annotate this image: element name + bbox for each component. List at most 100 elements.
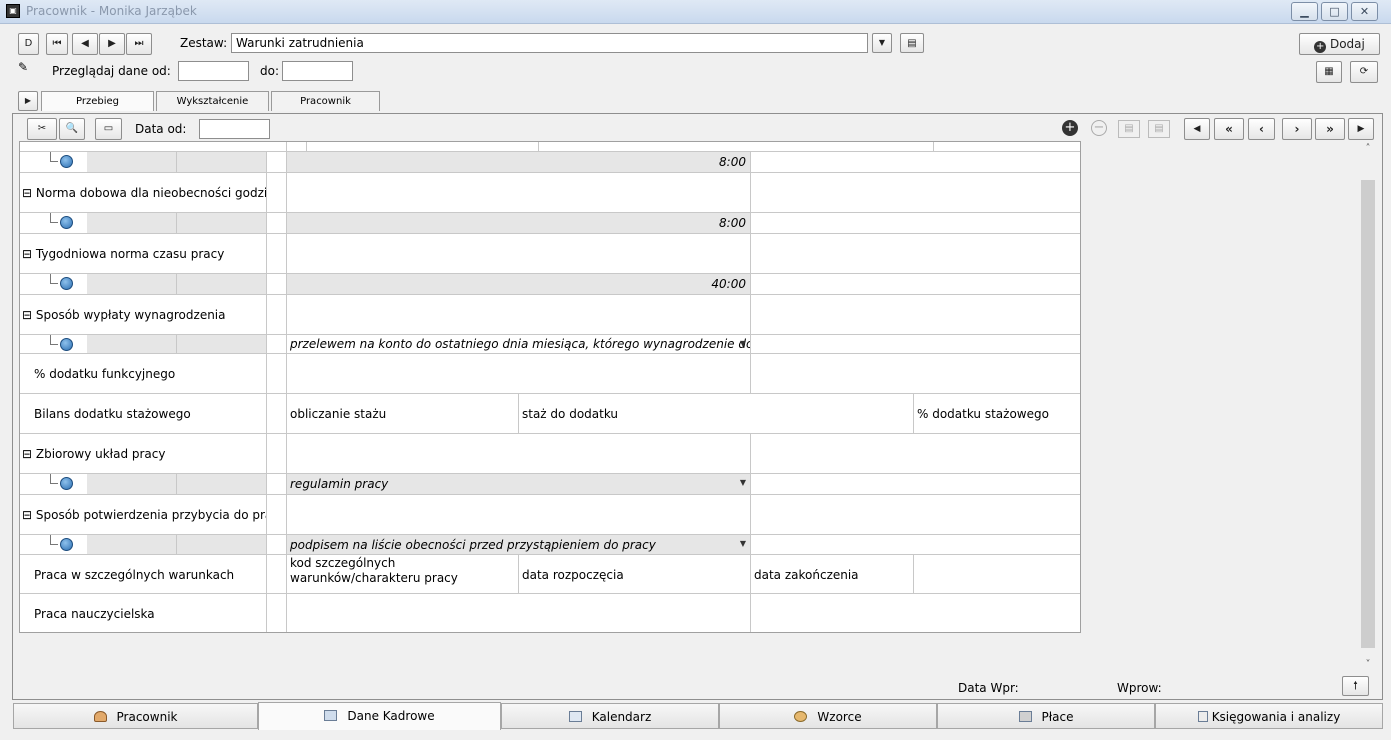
calendar-icon — [568, 711, 582, 722]
dropdown-arrow-icon[interactable]: ▼ — [740, 339, 746, 348]
data-wpr-label: Data Wpr: — [958, 681, 1019, 695]
bottom-tab-place[interactable]: Płace — [937, 703, 1155, 729]
table-row: ⊟ Sposób potwierdzenia przybycia do prac… — [20, 495, 1080, 535]
page-last-icon[interactable]: » — [1315, 118, 1345, 140]
copy-row-icon[interactable]: ▤ — [1118, 120, 1140, 138]
nav-next-button[interactable]: ▶ — [99, 33, 125, 55]
id-card-icon — [324, 710, 338, 721]
refresh-icon[interactable]: ⟳ — [1350, 61, 1378, 83]
add-button[interactable]: + Dodaj — [1299, 33, 1380, 55]
dropdown-arrow-icon[interactable]: ▼ — [740, 478, 746, 487]
bottom-tab-dane-kadrowe[interactable]: Dane Kadrowe — [258, 702, 501, 730]
column-header: kod szczególnych warunków/charakteru pra… — [290, 556, 458, 585]
dropdown-arrow-icon[interactable]: ▼ — [740, 539, 746, 548]
bottom-tab-ksiegowania[interactable]: Księgowania i analizy — [1155, 703, 1383, 729]
browse-to-input[interactable] — [282, 61, 353, 81]
table-row: ⊟ Tygodniowa norma czasu pracy — [20, 234, 1080, 274]
value-cell[interactable]: 40:00 — [711, 277, 746, 291]
dropdown-value[interactable]: przelewem na konto do ostatniego dnia mi… — [290, 337, 750, 351]
people-icon — [794, 711, 808, 722]
row-label: Bilans dodatku stażowego — [34, 407, 191, 421]
table-row: ⊟ Zbiorowy układ pracy — [20, 434, 1080, 474]
page-forward-icon[interactable]: › — [1282, 118, 1312, 140]
globe-icon — [60, 155, 73, 168]
paste-row-icon[interactable]: ▤ — [1148, 120, 1170, 138]
person-icon — [93, 711, 107, 722]
scroll-up-icon[interactable]: ˄ — [1361, 143, 1375, 157]
table-row: Praca nauczycielska — [20, 594, 1080, 632]
data-od-input[interactable] — [199, 119, 270, 139]
row-label: ⊟ Zbiorowy układ pracy — [22, 447, 166, 461]
nav-first-button[interactable]: ⏮ — [46, 33, 68, 55]
globe-icon — [60, 538, 73, 551]
ledger-icon — [1197, 711, 1208, 722]
close-button[interactable]: ✕ — [1351, 2, 1378, 21]
wprow-label: Wprow: — [1117, 681, 1162, 695]
page-next-icon[interactable]: ▶ — [1348, 118, 1374, 140]
column-header: obliczanie stażu — [290, 407, 387, 421]
globe-icon — [60, 277, 73, 290]
dropdown-value[interactable]: regulamin pracy — [290, 477, 388, 491]
scrollbar-thumb[interactable] — [1361, 180, 1375, 648]
tab-wyksztalcenie[interactable]: Wykształcenie — [156, 91, 269, 111]
row-label: ⊟ Sposób wypłaty wynagrodzenia — [22, 308, 226, 322]
grid-header — [20, 142, 1080, 152]
globe-icon — [60, 338, 73, 351]
nav-prev-button[interactable]: ◀ — [72, 33, 98, 55]
calendar-icon[interactable]: ▦ — [1316, 61, 1342, 83]
minimize-button[interactable]: ▁ — [1291, 2, 1318, 21]
browse-from-input[interactable] — [178, 61, 249, 81]
nav-last-button[interactable]: ⏭ — [126, 33, 152, 55]
bottom-tab-pracownik[interactable]: Pracownik — [13, 703, 258, 729]
page-first-icon[interactable]: « — [1214, 118, 1244, 140]
table-row[interactable]: regulamin pracy ▼ — [20, 474, 1080, 495]
remove-row-icon[interactable]: − — [1091, 120, 1107, 136]
browse-from-label: Przeglądaj dane od: — [52, 64, 171, 78]
bottom-tab-wzorce[interactable]: Wzorce — [719, 703, 937, 729]
data-od-label: Data od: — [135, 122, 187, 136]
row-label: ⊟ Norma dobowa dla nieobecności godzino.… — [22, 186, 267, 200]
tab-scroll-button[interactable]: ▶ — [18, 91, 38, 111]
column-header: % dodatku stażowego — [917, 407, 1049, 421]
row-label: % dodatku funkcyjnego — [34, 367, 176, 381]
bottom-tab-label: Kalendarz — [591, 710, 652, 724]
window-title: Pracownik - Monika Jarząbek — [26, 4, 197, 18]
dropdown-value[interactable]: podpisem na liście obecności przed przys… — [290, 538, 656, 552]
row-label: Praca w szczególnych warunkach — [34, 568, 235, 582]
up-arrow-icon[interactable]: 🠕 — [1342, 676, 1369, 696]
table-row: Bilans dodatku stażowego obliczanie staż… — [20, 394, 1080, 434]
add-circle-icon: + — [1314, 41, 1327, 53]
table-row: ⊟ Sposób wypłaty wynagrodzenia — [20, 295, 1080, 335]
zestaw-select[interactable]: Warunki zatrudnienia — [231, 33, 868, 53]
tools-icon[interactable]: ✂ — [27, 118, 57, 140]
value-cell[interactable]: 8:00 — [719, 155, 746, 169]
row-label: ⊟ Tygodniowa norma czasu pracy — [22, 247, 225, 261]
add-row-icon[interactable]: + — [1062, 120, 1078, 136]
value-cell[interactable]: 8:00 — [719, 216, 746, 230]
zestaw-dropdown-button[interactable]: ▼ — [872, 33, 892, 53]
column-header: data zakończenia — [754, 568, 859, 582]
table-row[interactable]: 40:00 — [20, 274, 1080, 295]
table-row[interactable]: podpisem na liście obecności przed przys… — [20, 535, 1080, 555]
table-row: % dodatku funkcyjnego — [20, 354, 1080, 394]
table-row[interactable]: 8:00 — [20, 152, 1080, 173]
scroll-down-icon[interactable]: ˅ — [1361, 659, 1375, 673]
keyboard-icon[interactable]: ▭ — [95, 118, 122, 140]
globe-icon — [60, 216, 73, 229]
table-row[interactable]: przelewem na konto do ostatniego dnia mi… — [20, 335, 1080, 354]
zestaw-label: Zestaw: — [180, 36, 228, 50]
row-label: ⊟ Sposób potwierdzenia przybycia do prac… — [22, 508, 267, 522]
search-icon[interactable]: 🔍 — [59, 118, 85, 140]
nav-new-button[interactable]: D — [18, 33, 39, 55]
tab-pracownik[interactable]: Pracownik — [271, 91, 380, 111]
page-back-icon[interactable]: ‹ — [1248, 118, 1275, 140]
bottom-tab-label: Płace — [1041, 710, 1074, 724]
bottom-tab-label: Dane Kadrowe — [347, 709, 435, 723]
maximize-button[interactable]: □ — [1321, 2, 1348, 21]
page-prev-icon[interactable]: ◀ — [1184, 118, 1210, 140]
tab-przebieg[interactable]: Przebieg zatrudnienia... — [41, 91, 154, 126]
table-row[interactable]: 8:00 — [20, 213, 1080, 234]
zestaw-config-icon[interactable]: ▤ — [900, 33, 924, 53]
bottom-tab-kalendarz[interactable]: Kalendarz — [501, 703, 719, 729]
edit-note-icon[interactable]: ✎ — [18, 60, 32, 74]
